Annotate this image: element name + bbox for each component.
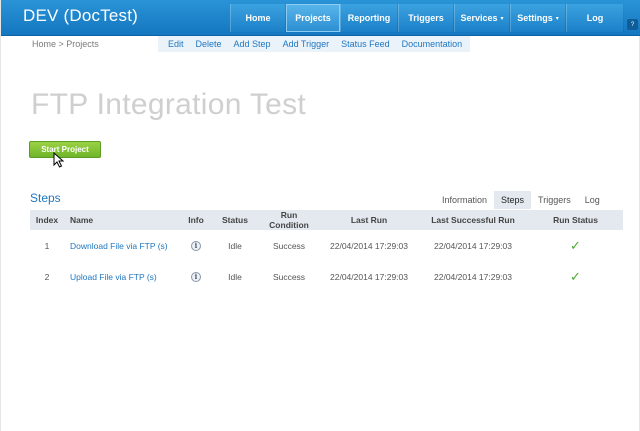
steps-table: Index Name Info Status Run Condition Last Run… xyxy=(30,210,623,292)
column-header: Last Run xyxy=(320,210,418,230)
column-header: Info xyxy=(180,210,212,230)
step-last-successful-run: 22/04/2014 17:29:03 xyxy=(434,240,512,251)
step-last-run: 22/04/2014 17:29:03 xyxy=(330,240,408,251)
edit-link[interactable]: Edit xyxy=(168,39,184,49)
nav-home[interactable]: Home xyxy=(230,4,286,32)
start-project-button[interactable]: Start Project xyxy=(29,141,101,158)
mouse-pointer-icon xyxy=(53,152,65,168)
step-name-link[interactable]: Download File via FTP (s) xyxy=(70,241,168,251)
documentation-link[interactable]: Documentation xyxy=(402,39,463,49)
section-tabs: Information Steps Triggers Log xyxy=(435,191,607,209)
nav-log-label: Log xyxy=(586,13,604,23)
tab-triggers[interactable]: Triggers xyxy=(531,191,578,209)
table-row: 1 Download File via FTP (s) i Idle Success 22… xyxy=(30,230,623,261)
step-info-cell: i xyxy=(180,261,212,292)
checkmark-icon: ✓ xyxy=(570,268,581,284)
tab-steps[interactable]: Steps xyxy=(494,191,532,209)
column-header: Index xyxy=(30,210,64,230)
nav-services[interactable]: Services ▾ xyxy=(454,4,510,32)
step-run-condition: Success xyxy=(272,240,306,251)
checkmark-icon: ✓ xyxy=(570,237,581,253)
nav-settings-label: Settings xyxy=(517,13,553,23)
nav-log[interactable]: Log xyxy=(566,4,624,32)
step-index: 1 xyxy=(44,240,50,251)
info-icon[interactable]: i xyxy=(191,240,201,251)
table-row: 2 Upload File via FTP (s) i Idle Success 22/0… xyxy=(30,261,623,292)
tab-information[interactable]: Information xyxy=(435,191,494,209)
nav-home-label: Home xyxy=(245,13,271,23)
step-run-status-cell: ✓ xyxy=(528,261,623,292)
nav-projects-label: Projects xyxy=(295,13,331,23)
column-header: Name xyxy=(64,210,180,230)
top-bar: DEV (DocTest) Home Projects Reporting Trigg… xyxy=(1,0,640,36)
nav-settings[interactable]: Settings ▾ xyxy=(510,4,566,32)
nav-reporting-label: Reporting xyxy=(347,13,391,23)
column-header: Status xyxy=(212,210,258,230)
chevron-down-icon: ▾ xyxy=(555,15,559,22)
step-last-run: 22/04/2014 17:29:03 xyxy=(330,271,408,282)
column-header: Run Status xyxy=(528,210,623,230)
page-title: FTP Integration Test xyxy=(31,88,307,121)
column-header: Last Successful Run xyxy=(418,210,528,230)
step-status: Idle xyxy=(228,271,242,282)
table-body: 1 Download File via FTP (s) i Idle Success 22… xyxy=(30,230,623,292)
help-button[interactable]: ? xyxy=(627,19,638,30)
add-step-link[interactable]: Add Step xyxy=(234,39,271,49)
delete-link[interactable]: Delete xyxy=(196,39,222,49)
step-name-link[interactable]: Upload File via FTP (s) xyxy=(70,272,157,282)
add-trigger-link[interactable]: Add Trigger xyxy=(283,39,330,49)
app-title: DEV (DocTest) xyxy=(23,6,139,25)
nav-services-label: Services xyxy=(460,13,498,23)
breadcrumb: Home > Projects xyxy=(32,39,99,49)
step-name-cell: Upload File via FTP (s) xyxy=(64,261,180,292)
status-feed-link[interactable]: Status Feed xyxy=(341,39,390,49)
step-run-status-cell: ✓ xyxy=(528,230,623,261)
column-header: Run Condition xyxy=(258,210,320,230)
action-bar: Edit Delete Add Step Add Trigger Status Feed… xyxy=(158,36,470,52)
nav-projects[interactable]: Projects xyxy=(286,4,340,32)
chevron-down-icon: ▾ xyxy=(500,15,504,22)
info-icon[interactable]: i xyxy=(191,271,201,282)
steps-section-title: Steps xyxy=(30,191,61,205)
page: DEV (DocTest) Home Projects Reporting Trigg… xyxy=(0,0,640,431)
step-status: Idle xyxy=(228,240,242,251)
step-info-cell: i xyxy=(180,230,212,261)
tab-log[interactable]: Log xyxy=(578,191,607,209)
step-name-cell: Download File via FTP (s) xyxy=(64,230,180,261)
table-header-row: Index Name Info Status Run Condition Last Run… xyxy=(30,210,623,230)
nav-triggers-label: Triggers xyxy=(408,13,444,23)
nav-triggers[interactable]: Triggers xyxy=(398,4,454,32)
step-index: 2 xyxy=(44,271,50,282)
nav-reporting[interactable]: Reporting xyxy=(340,4,398,32)
step-run-condition: Success xyxy=(272,271,306,282)
main-nav: Home Projects Reporting Triggers Services ▾ Se… xyxy=(230,4,624,32)
step-last-successful-run: 22/04/2014 17:29:03 xyxy=(434,271,512,282)
